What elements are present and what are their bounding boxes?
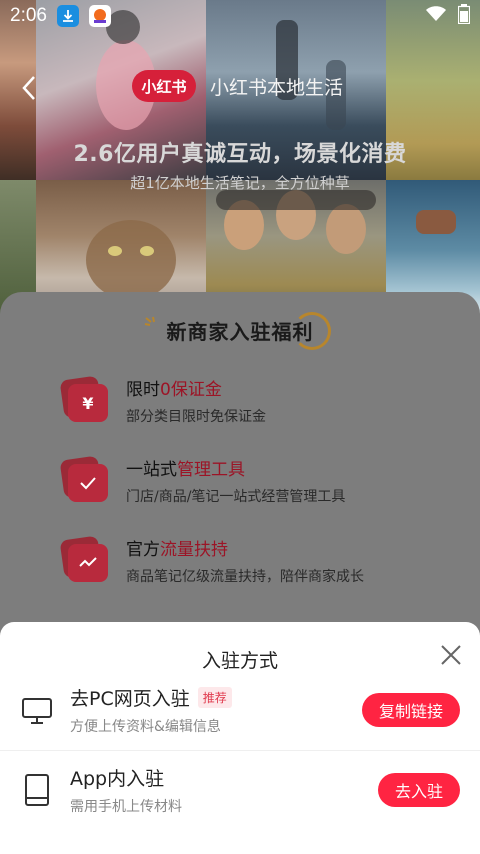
- close-button[interactable]: [438, 642, 464, 668]
- option-desc: 方便上传资料&编辑信息: [70, 719, 221, 735]
- option-desc: 需用手机上传材料: [70, 799, 182, 815]
- hero-headline: 2.6亿用户真诚互动，场景化消费: [73, 142, 407, 167]
- phone-icon: [25, 774, 49, 806]
- benefits-title: 新商家入驻福利: [166, 320, 314, 344]
- status-bar: 2:06: [0, 0, 480, 32]
- sheet-title: 入驻方式: [201, 650, 278, 672]
- benefit-title: 官方流量扶持: [126, 540, 228, 560]
- go-join-button[interactable]: 去入驻: [378, 773, 460, 807]
- brand-logo: 小红书: [132, 70, 196, 102]
- app-notification-icon: [88, 5, 111, 27]
- wifi-icon: [426, 5, 446, 27]
- brand-header: 小红书 小红书本地生活: [132, 70, 343, 102]
- trend-icon: [59, 535, 108, 584]
- benefit-title: 限时0保证金: [126, 380, 222, 400]
- back-button[interactable]: [18, 74, 42, 102]
- benefit-item: 官方流量扶持 商品笔记亿级流量扶持，陪伴商家成长: [59, 535, 364, 586]
- benefit-desc: 商品笔记亿级流量扶持，陪伴商家成长: [126, 569, 364, 585]
- option-app-join[interactable]: App内入驻 需用手机上传材料 去入驻: [0, 750, 480, 830]
- check-icon: [59, 455, 108, 504]
- benefit-item: 一站式管理工具 门店/商品/笔记一站式经营管理工具: [59, 455, 346, 506]
- copy-link-button[interactable]: 复制链接: [362, 693, 460, 727]
- brand-title: 小红书本地生活: [210, 76, 344, 99]
- option-title: 去PC网页入驻: [70, 688, 190, 710]
- benefit-desc: 门店/商品/笔记一站式经营管理工具: [126, 489, 346, 505]
- option-title: App内入驻: [70, 768, 165, 790]
- benefit-desc: 部分类目限时免保证金: [126, 409, 266, 425]
- monitor-icon: [22, 698, 52, 724]
- battery-icon: [457, 3, 471, 29]
- benefit-item: ¥ 限时0保证金 部分类目限时免保证金: [59, 375, 266, 426]
- join-method-sheet: 入驻方式 去PC网页入驻 推荐 方便上传资料&编辑信息 复制链接 App内入驻 …: [0, 622, 480, 854]
- chevron-left-icon: [22, 76, 35, 100]
- hero-subline: 超1亿本地生活笔记，全方位种草: [130, 174, 350, 192]
- benefit-title: 一站式管理工具: [126, 460, 245, 480]
- yen-icon: ¥: [59, 375, 108, 424]
- recommend-badge: 推荐: [197, 687, 232, 708]
- option-pc-join[interactable]: 去PC网页入驻 推荐 方便上传资料&编辑信息 复制链接: [0, 670, 480, 750]
- download-icon: [56, 5, 79, 27]
- close-icon: [441, 645, 461, 665]
- status-time: 2:06: [10, 5, 47, 26]
